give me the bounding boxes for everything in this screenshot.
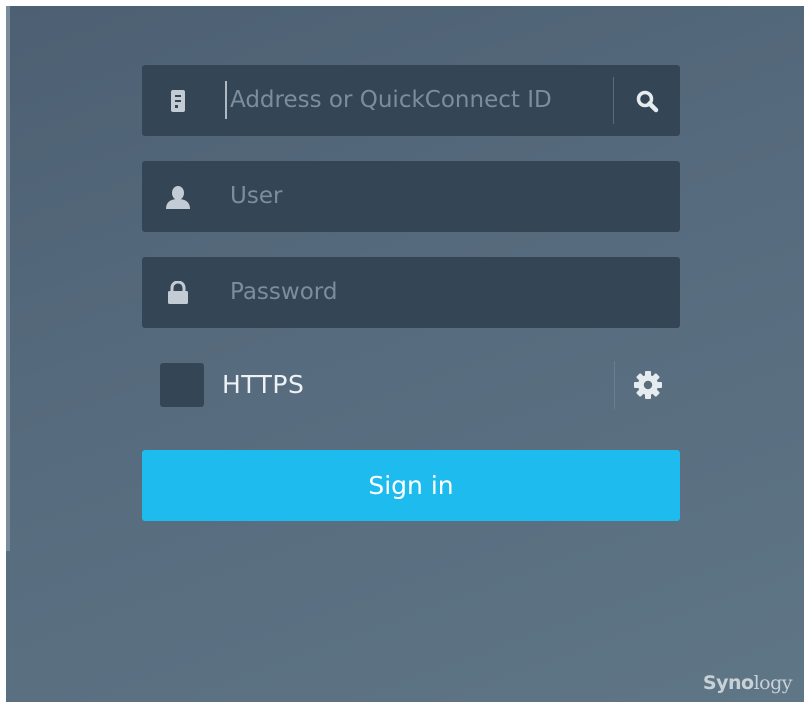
signin-button[interactable]: Sign in bbox=[142, 450, 680, 521]
settings-button[interactable] bbox=[626, 357, 670, 413]
search-divider bbox=[613, 77, 614, 124]
https-label[interactable]: HTTPS bbox=[222, 357, 304, 413]
panel-edge bbox=[6, 6, 10, 551]
https-row: HTTPS bbox=[142, 357, 680, 413]
search-icon bbox=[636, 90, 659, 112]
text-caret bbox=[225, 81, 227, 119]
address-placeholder: Address or QuickConnect ID bbox=[230, 87, 552, 113]
server-icon bbox=[164, 65, 192, 136]
synology-logo: Synology bbox=[702, 672, 793, 694]
gear-divider bbox=[614, 361, 615, 409]
https-checkbox[interactable] bbox=[160, 363, 204, 407]
password-placeholder: Password bbox=[230, 279, 338, 305]
login-panel: Address or QuickConnect ID User Password… bbox=[6, 6, 804, 702]
lock-icon bbox=[164, 257, 192, 328]
user-field[interactable]: User bbox=[142, 161, 680, 232]
window: Address or QuickConnect ID User Password… bbox=[0, 0, 804, 702]
address-field[interactable]: Address or QuickConnect ID bbox=[142, 65, 680, 136]
user-icon bbox=[164, 161, 192, 232]
search-button[interactable] bbox=[622, 65, 672, 136]
gear-icon bbox=[634, 371, 662, 399]
password-field[interactable]: Password bbox=[142, 257, 680, 328]
user-placeholder: User bbox=[230, 183, 283, 209]
